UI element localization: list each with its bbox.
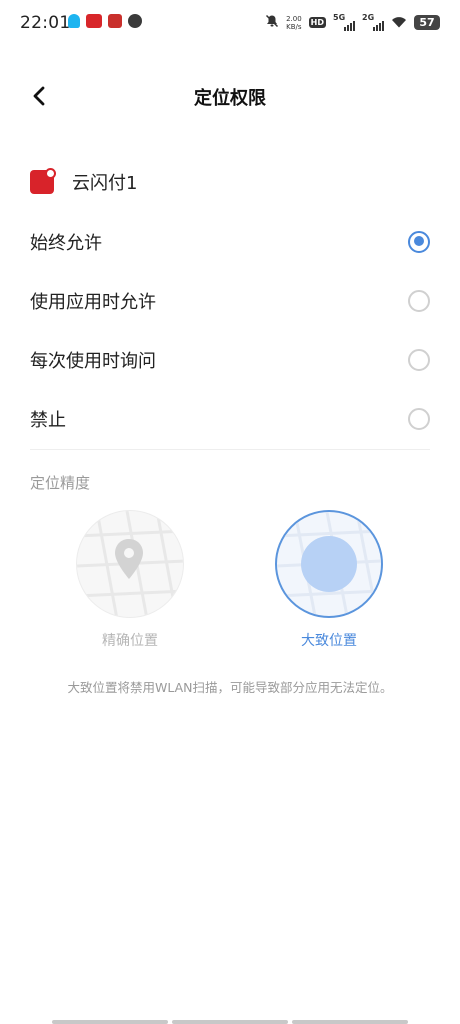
mute-icon [265,13,279,32]
signal-5g-icon: 5G [333,13,355,31]
option-deny[interactable]: 禁止 [0,389,460,448]
header: 定位权限 [0,72,460,120]
app-info: 云闪付1 [30,162,137,202]
battery-icon: 57 [414,15,440,30]
radio-button[interactable] [408,348,430,371]
precise-location-option[interactable]: 精确位置 [75,510,185,650]
speed-unit: KB/s [286,22,302,31]
approximate-map-icon [275,510,383,618]
status-time: 22:01 [20,13,71,33]
qq-icon [68,14,80,28]
option-label: 每次使用时询问 [30,350,156,372]
status-bar: 22:01 2.00 KB/s HD 5G 2G 57 [0,0,460,48]
precise-map-icon [76,510,184,618]
status-indicators: 2.00 KB/s HD 5G 2G 57 [265,13,440,32]
precision-options: 精确位置 大致位置 [0,510,460,660]
option-allow-while-using[interactable]: 使用应用时允许 [0,271,460,330]
app-red-icon [86,14,102,28]
network-speed: 2.00 KB/s [286,15,302,31]
option-label: 使用应用时允许 [30,291,156,313]
hd-badge: HD [308,17,326,28]
approximate-location-label: 大致位置 [301,633,357,649]
radio-button-selected[interactable] [408,230,430,253]
radio-button[interactable] [408,407,430,430]
section-title-precision: 定位精度 [30,474,91,492]
option-label: 始终允许 [30,232,102,254]
notification-icons [68,14,142,28]
signal-2g-icon: 2G [362,13,384,31]
page-title: 定位权限 [194,88,266,109]
unionpay-app-icon [30,168,56,194]
option-label: 禁止 [30,409,66,431]
approximate-location-option[interactable]: 大致位置 [274,510,384,650]
wifi-icon [391,13,407,32]
gray-app-icon [128,14,142,28]
permission-options: 始终允许 使用应用时允许 每次使用时询问 禁止 [0,212,460,448]
app-red-icon-2 [108,14,122,28]
speed-value: 2.00 [286,14,302,23]
precise-location-label: 精确位置 [102,633,158,649]
radio-button[interactable] [408,289,430,312]
option-ask-every-time[interactable]: 每次使用时询问 [0,330,460,389]
app-name: 云闪付1 [72,173,138,194]
gesture-navigation-bar[interactable] [52,1020,408,1024]
option-always-allow[interactable]: 始终允许 [0,212,460,271]
precision-note: 大致位置将禁用WLAN扫描，可能导致部分应用无法定位。 [67,680,393,695]
divider [30,449,430,450]
